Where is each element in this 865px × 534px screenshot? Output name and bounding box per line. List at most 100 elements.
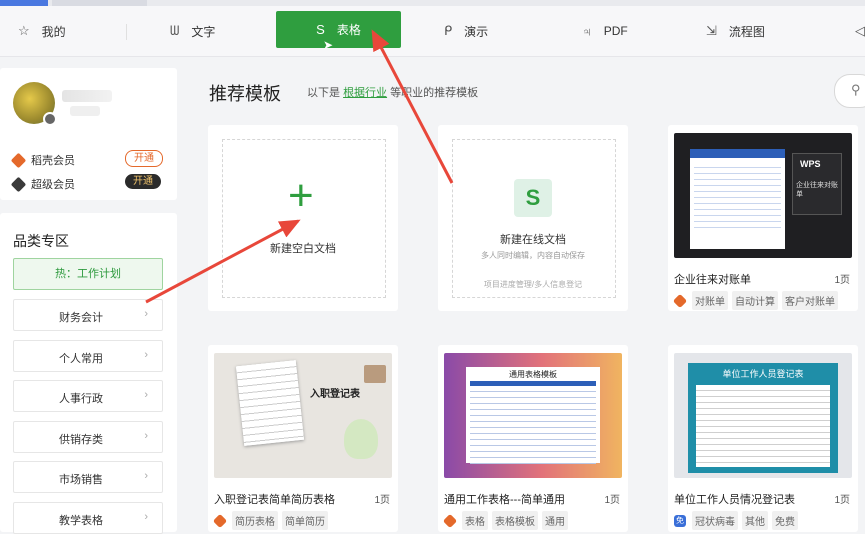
category-finance[interactable]: 财务会计 › [13,299,163,331]
template-name: 单位工作人员情况登记表 [674,494,795,506]
membership-label: 稻壳会员 [31,155,75,167]
template-card[interactable]: WPS 企业往来对账单 企业往来对账单 1页 对账单 自动计算 客户对账单 [668,125,858,311]
template-tags: 免 冠状病毒 其他 免费 [674,511,802,530]
thumbnail-board: 单位工作人员登记表 [688,363,838,473]
thumbnail-title: 企业往来对账单 [796,182,838,198]
thumbnail-sheet [235,360,305,446]
docer-member-icon [10,152,27,168]
tag[interactable]: 对账单 [692,291,728,310]
s-sheet-icon: S [316,22,325,37]
tag[interactable]: 免费 [772,511,798,530]
template-tags: 对账单 自动计算 客户对账单 [672,291,842,310]
tag[interactable]: 通用 [542,511,568,530]
docer-icon [212,513,228,528]
tab-presentation[interactable]: ᑭ 演示 [444,6,488,56]
template-thumbnail[interactable]: 入职登记表 [214,353,392,478]
template-card[interactable]: 单位工作人员登记表 单位工作人员情况登记表 1页 免 冠状病毒 其他 免费 [668,345,858,532]
avatar[interactable] [13,82,57,126]
new-blank-card[interactable]: + 新建空白文档 [208,125,398,311]
thumbnail-title: 通用表格模板 [509,370,557,379]
user-card: 稻壳会员 开通 超级会员 开通 [0,68,177,200]
tag[interactable]: 其他 [742,511,768,530]
category-label: 供销存类 [59,434,103,446]
new-online-label: 新建在线文档 [500,234,566,246]
tag[interactable]: 表格模板 [492,511,538,530]
category-label: 人事行政 [59,393,103,405]
category-hr[interactable]: 人事行政 › [13,380,163,412]
tab-mine[interactable]: ☆ 我的 [18,6,66,56]
template-thumbnail[interactable]: 通用表格模板 [444,353,622,478]
tag[interactable]: 自动计算 [732,291,778,310]
template-name: 通用工作表格---简单通用 [444,494,565,506]
star-icon: ☆ [18,23,30,38]
template-pages: 1页 [374,495,390,506]
category-label: 财务会计 [59,312,103,324]
w-doc-icon: ᗯ [170,23,180,38]
user-id-blurred [70,106,100,116]
tag[interactable]: 简历表格 [232,511,278,530]
category-title: 品类专区 [13,233,69,249]
category-label: 个人常用 [59,353,103,365]
template-card[interactable]: 入职登记表 入职登记表简单简历表格 1页 简历表格 简单简历 [208,345,398,532]
open-super-button[interactable]: 开通 [125,174,161,189]
super-member-icon [10,176,27,192]
template-tags: 表格 表格模板 通用 [442,511,572,530]
tag[interactable]: 冠状病毒 [692,511,738,530]
tab-label: 流程图 [728,24,765,39]
chevron-right-icon: › [144,308,148,320]
template-name: 企业往来对账单 [674,274,751,286]
search-icon: ⚲ [851,82,861,97]
tab-pdf[interactable]: ♃ PDF [582,6,628,56]
plus-icon: + [288,171,314,220]
tab-spreadsheet[interactable]: S 表格 [276,11,401,48]
template-pages: 1页 [604,495,620,506]
thumbnail-title: 单位工作人员登记表 [722,369,804,379]
more-tabs-icon[interactable]: ◁ [855,6,865,56]
thumbnail-title: 入职登记表 [310,389,360,400]
pdf-icon: ♃ [582,23,592,39]
mouse-cursor-icon: ➤ [323,38,334,52]
p-slide-icon: ᑭ [444,23,453,38]
category-teaching[interactable]: 教学表格 › [13,502,163,534]
search-button[interactable]: ⚲ [834,74,865,108]
more-icon: ◁ [855,23,865,38]
template-pages: 1页 [834,495,850,506]
tab-label: 我的 [41,24,66,39]
username-blurred [62,90,112,102]
document-type-tabs: ☆ 我的 ᗯ 文字 S 表格 ᑭ 演示 ♃ PDF ⇲ 流程图 ◁ [0,6,865,57]
tab-flowchart[interactable]: ⇲ 流程图 [706,6,765,56]
category-marketing[interactable]: 市场销售 › [13,461,163,493]
thumbnail-sheet [690,149,785,249]
avatar-badge-icon [43,112,57,126]
chevron-right-icon: › [144,430,148,442]
thumbnail-brand: WPS [800,159,821,169]
hot-category-button[interactable]: 热：工作计划 [13,258,163,290]
new-online-card[interactable]: S 新建在线文档 多人同时编辑，内容自动保存 项目进度管理/多人信息登记 [438,125,628,311]
tag[interactable]: 客户对账单 [782,291,838,310]
online-sheet-icon: S [514,179,552,217]
template-thumbnail[interactable]: WPS 企业往来对账单 [674,133,852,258]
tab-label: 文字 [191,24,216,39]
page-title: 推荐模板 [209,84,281,104]
tag[interactable]: 简单简历 [282,511,328,530]
open-docer-button[interactable]: 开通 [125,150,163,167]
category-personal[interactable]: 个人常用 › [13,340,163,372]
subtitle-suffix: 等职业的推荐模板 [390,87,479,99]
template-thumbnail[interactable]: 单位工作人员登记表 [674,353,852,478]
template-tags: 简历表格 简单简历 [212,511,332,530]
chevron-right-icon: › [144,511,148,523]
subtitle-prefix: 以下是 [307,87,340,99]
membership-docer: 稻壳会员 [10,152,75,168]
membership-label: 超级会员 [31,179,75,191]
tab-writer[interactable]: ᗯ 文字 [170,6,215,56]
tab-label: 演示 [464,24,489,39]
category-inventory[interactable]: 供销存类 › [13,421,163,453]
template-card[interactable]: 通用表格模板 通用工作表格---简单通用 1页 表格 表格模板 通用 [438,345,628,532]
dashed-border [452,139,616,298]
chevron-right-icon: › [144,470,148,482]
category-panel: 品类专区 热：工作计划 财务会计 › 个人常用 › 人事行政 › 供销存类 › 市场销售… [0,213,177,534]
thumbnail-sheet: 通用表格模板 [466,367,600,464]
tab-label: PDF [603,24,628,38]
tag[interactable]: 表格 [462,511,488,530]
industry-link[interactable]: 根据行业 [343,87,387,99]
